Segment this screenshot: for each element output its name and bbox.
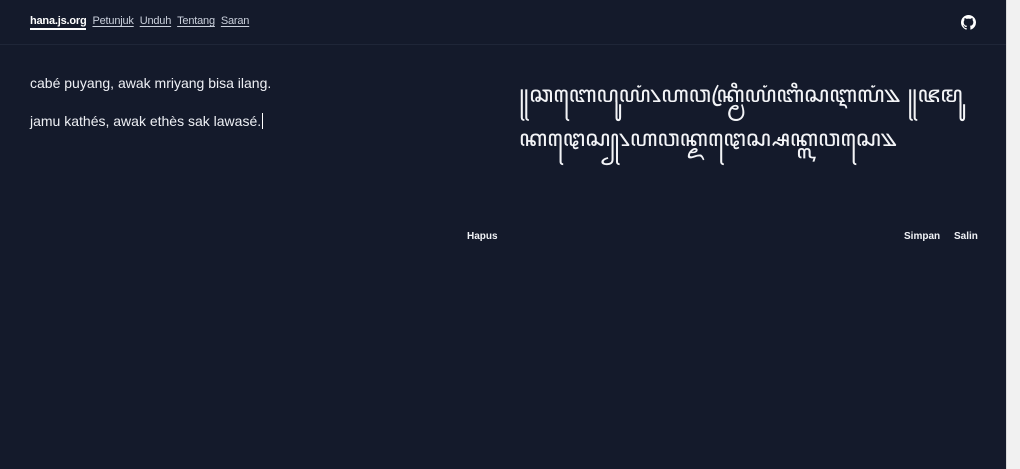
app-window: hana.js.org Petunjuk Unduh Tentang Saran…	[0, 0, 1006, 469]
nav-link-petunjuk[interactable]: Petunjuk	[92, 15, 133, 30]
copy-button[interactable]: Salin	[954, 231, 978, 242]
text-caret	[262, 113, 264, 129]
save-button[interactable]: Simpan	[904, 231, 940, 242]
nav-link-unduh[interactable]: Unduh	[140, 15, 172, 30]
top-navigation-bar: hana.js.org Petunjuk Unduh Tentang Saran	[0, 0, 1006, 45]
clear-button[interactable]: Hapus	[467, 231, 498, 242]
nav-link-saran[interactable]: Saran	[221, 15, 250, 30]
brand-link[interactable]: hana.js.org	[30, 15, 87, 30]
latin-text-editor[interactable]: cabé puyang, awak mriyang bisa ilang. ja…	[30, 74, 495, 150]
editor-line: cabé puyang, awak mriyang bisa ilang.	[30, 75, 272, 91]
editor-line: jamu kathés, awak ethès sak lawasé.	[30, 113, 264, 129]
nav-links: hana.js.org Petunjuk Unduh Tentang Saran	[30, 15, 249, 30]
javanese-script-output: ꧋ꦕꦧꦺꦥꦸꦪꦁ꧈ꦲꦮꦏ꧀ꦩꦿꦶꦪꦁꦧꦶꦱꦆꦭꦁ꧉ ꧋ꦗꦩꦸꦏꦛꦺꦱ꧀꧈ꦲꦮꦏ꧀…	[519, 82, 963, 152]
github-icon[interactable]	[961, 15, 976, 30]
nav-link-tentang[interactable]: Tentang	[177, 15, 215, 30]
scrollbar-thumb[interactable]	[1010, 2, 1018, 442]
vertical-scrollbar[interactable]	[1006, 0, 1020, 469]
